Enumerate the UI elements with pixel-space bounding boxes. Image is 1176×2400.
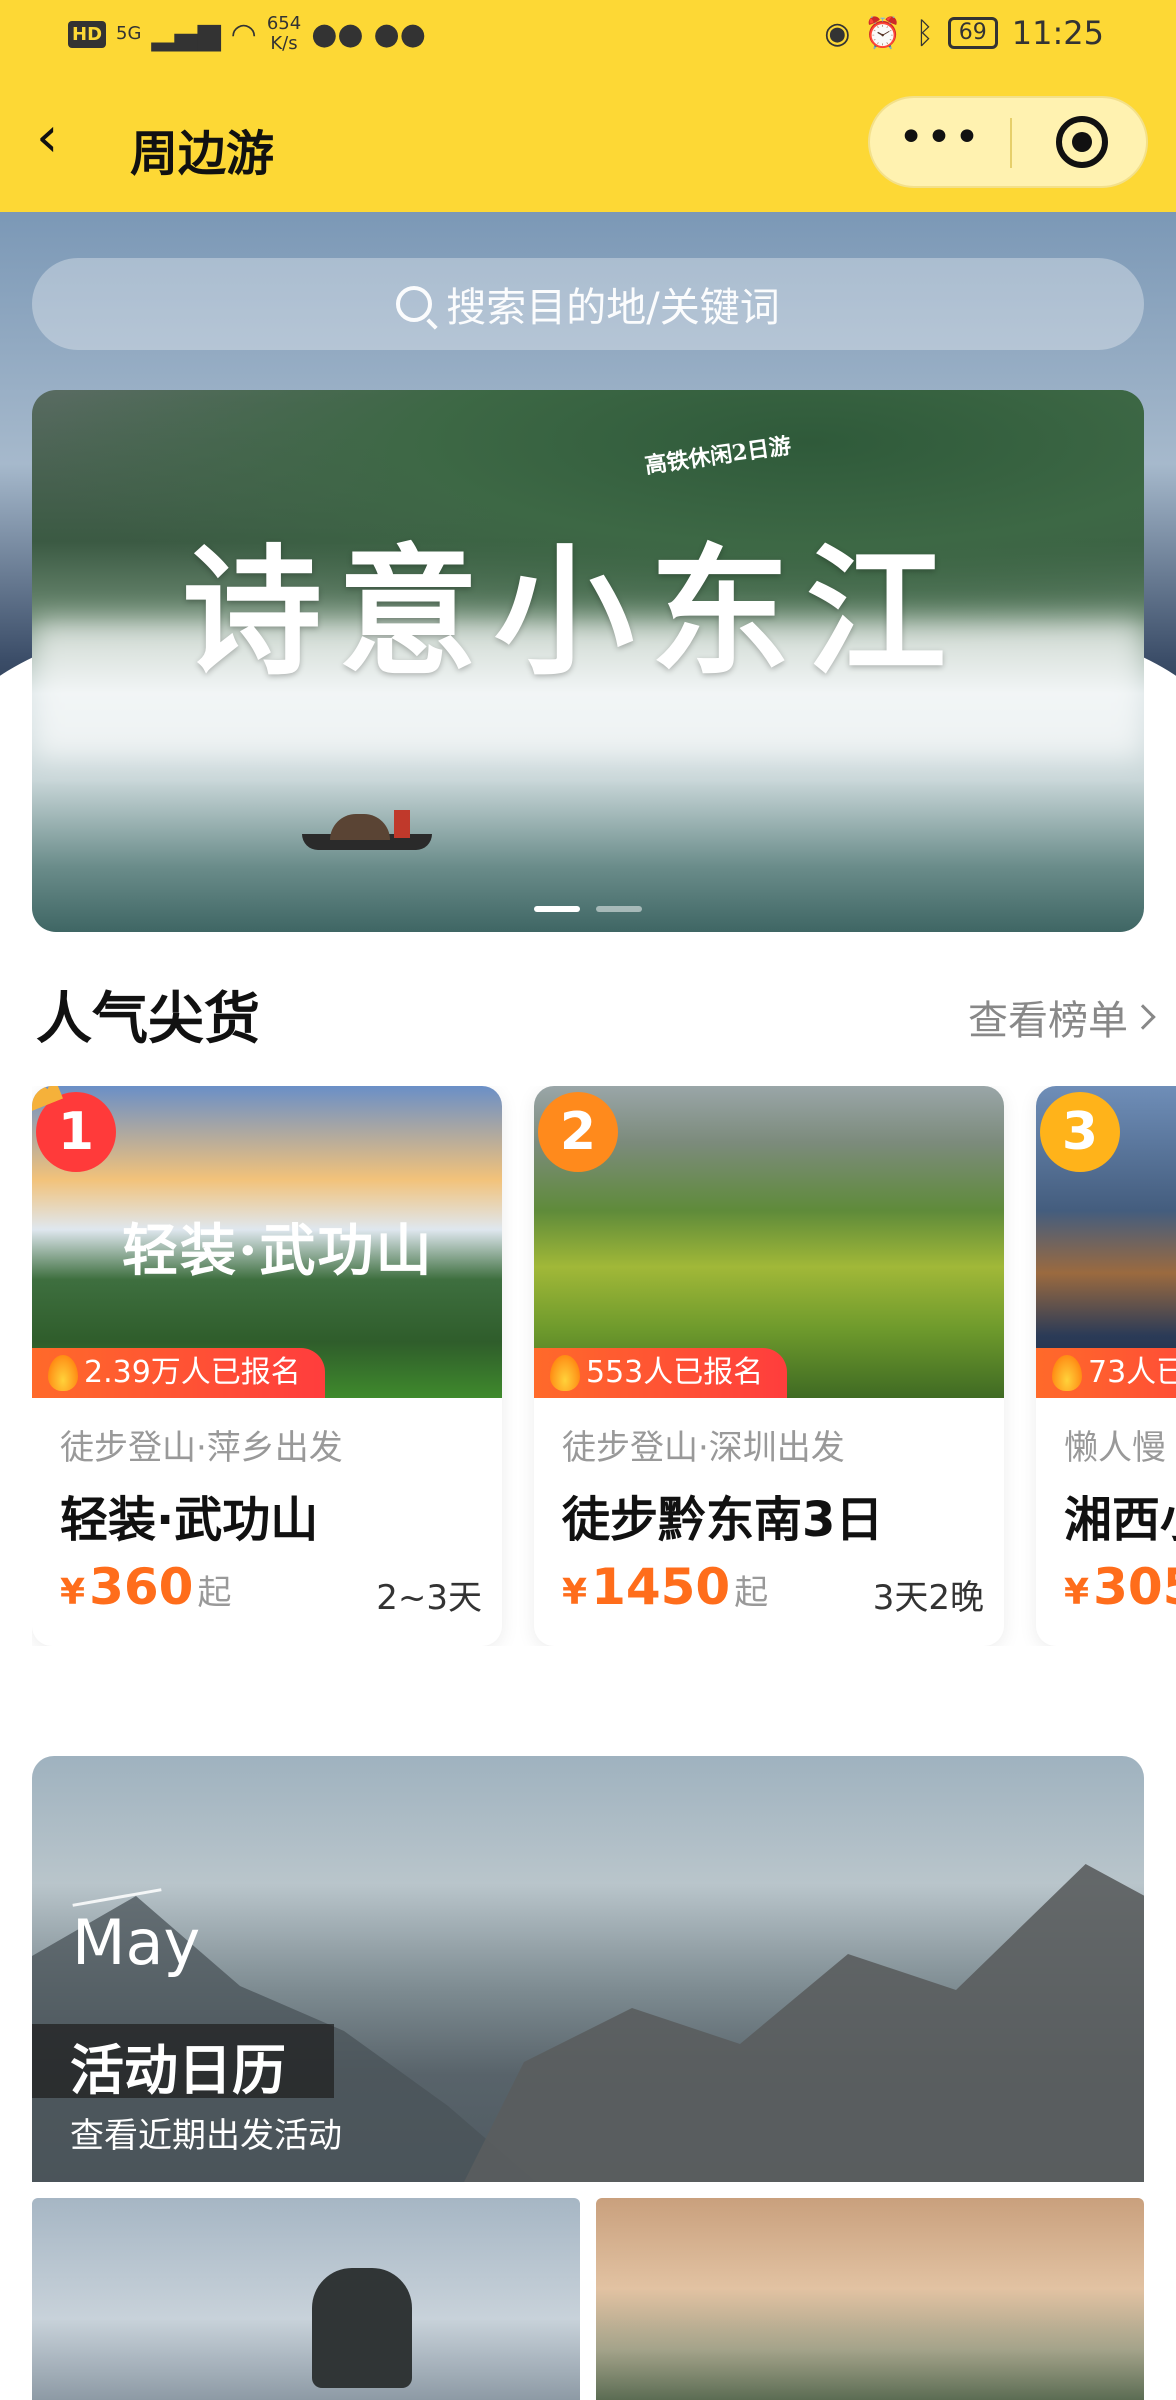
image-caption: 轻装·武功山 — [122, 1218, 434, 1284]
rank-badge: 2 — [538, 1092, 618, 1172]
network-label: 5G — [116, 23, 142, 44]
search-placeholder: 搜索目的地/关键词 — [446, 285, 780, 331]
currency-symbol: ¥ — [1064, 1572, 1090, 1613]
signup-count: 73人已报名 — [1088, 1355, 1176, 1390]
search-bar[interactable]: 搜索目的地/关键词 — [32, 258, 1144, 350]
popular-section-header: 人气尖货 查看榜单 — [32, 970, 1156, 1052]
signal-icon: ▂▄▆ — [151, 16, 221, 52]
signup-count-badge: 553人已报名 — [534, 1348, 788, 1398]
product-category: 懒人慢 — [1064, 1428, 1166, 1468]
price-suffix: 起 — [734, 1573, 769, 1613]
network-speed: 654 K/s — [267, 14, 301, 54]
boatman — [394, 810, 410, 838]
fire-icon — [1052, 1355, 1082, 1391]
currency-symbol: ¥ — [562, 1572, 588, 1613]
product-card[interactable]: 轻装·武功山 1 2.39万人已报名 徒步登山·萍乡出发 轻装·武功山 ¥ 36… — [32, 1086, 502, 1646]
calendar-title: 活动日历 — [70, 2039, 286, 2102]
price-value: 360 — [89, 1558, 194, 1616]
price-value: 1450 — [591, 1558, 731, 1616]
search-icon — [396, 286, 433, 322]
product-card[interactable]: 2 553人已报名 徒步登山·深圳出发 徒步黔东南3日 ¥ 1450 起 3天2… — [534, 1086, 1004, 1646]
chevron-right-icon — [1130, 1004, 1156, 1030]
signup-count-badge: 73人已报名 — [1036, 1348, 1176, 1398]
month-decoration — [72, 1888, 162, 1907]
product-name: 徒步黔东南3日 — [562, 1492, 884, 1548]
month-label: May — [72, 1906, 201, 1979]
skier-image — [312, 2268, 412, 2388]
status-bar-right: ◉ ⏰ ᛒ 69 11:25 — [824, 14, 1104, 52]
wechat-icon-2: ●● — [373, 16, 426, 52]
carousel-dot-active[interactable] — [534, 906, 580, 912]
section-title: 人气尖货 — [36, 987, 260, 1052]
battery-indicator: 69 — [947, 17, 998, 49]
capsule-divider — [1010, 118, 1012, 168]
popular-carousel[interactable]: 轻装·武功山 1 2.39万人已报名 徒步登山·萍乡出发 轻装·武功山 ¥ 36… — [32, 1086, 1176, 1646]
more-button[interactable]: ••• — [870, 98, 1010, 186]
signup-count: 2.39万人已报名 — [84, 1355, 301, 1390]
fire-icon — [48, 1355, 78, 1391]
product-name: 轻装·武功山 — [60, 1492, 319, 1548]
price-value: 305 — [1093, 1558, 1176, 1616]
bluetooth-icon: ᛒ — [915, 15, 934, 51]
status-bar: HD 5G ▂▄▆ ◠ 654 K/s ●● ●● ◉ ⏰ ᛒ 69 11:25 — [0, 0, 1176, 70]
activity-tile[interactable] — [32, 2198, 580, 2400]
back-button[interactable]: ‹ — [36, 110, 96, 170]
calendar-subtitle: 查看近期出发活动 — [70, 2116, 342, 2156]
signup-count-badge: 2.39万人已报名 — [32, 1348, 325, 1398]
rank-badge: 3 — [1040, 1092, 1120, 1172]
activity-calendar-banner[interactable]: May 活动日历 查看近期出发活动 — [32, 1756, 1144, 2182]
product-card[interactable]: 3 73人已报名 懒人慢 湘西小 ¥ 305 起 — [1036, 1086, 1176, 1646]
currency-symbol: ¥ — [60, 1572, 86, 1613]
fire-icon — [550, 1355, 580, 1391]
product-name: 湘西小 — [1064, 1492, 1176, 1548]
wechat-icon: ●● — [311, 16, 364, 52]
product-price: ¥ 1450 起 — [562, 1558, 768, 1616]
header: HD 5G ▂▄▆ ◠ 654 K/s ●● ●● ◉ ⏰ ᛒ 69 11:25… — [0, 0, 1176, 212]
product-category: 徒步登山·深圳出发 — [562, 1428, 845, 1468]
alarm-icon: ⏰ — [864, 15, 902, 51]
page-title: 周边游 — [130, 126, 275, 182]
hd-badge: HD — [68, 20, 107, 48]
activity-tile[interactable] — [596, 2198, 1144, 2400]
product-price: ¥ 305 起 — [1064, 1558, 1176, 1616]
nav-bar: ‹ 周边游 ••• — [0, 86, 1176, 196]
wifi-icon: ◠ — [230, 16, 257, 52]
product-category: 徒步登山·萍乡出发 — [60, 1428, 343, 1468]
carousel-dot[interactable] — [596, 906, 642, 912]
status-bar-left: HD 5G ▂▄▆ ◠ 654 K/s ●● ●● — [68, 14, 426, 54]
chevron-left-icon: ‹ — [36, 105, 59, 170]
view-ranking-link[interactable]: 查看榜单 — [968, 988, 1156, 1046]
signup-count: 553人已报名 — [586, 1355, 764, 1390]
price-suffix: 起 — [197, 1573, 232, 1613]
trip-duration: 3天2晚 — [872, 1578, 984, 1618]
miniprogram-capsule: ••• — [868, 96, 1148, 188]
clock: 11:25 — [1011, 14, 1104, 52]
more-dots-icon: ••• — [898, 112, 982, 163]
product-price: ¥ 360 起 — [60, 1558, 231, 1616]
boat-image — [302, 810, 432, 860]
eye-icon: ◉ — [824, 15, 851, 51]
trip-duration: 2~3天 — [376, 1578, 482, 1618]
speed-unit: K/s — [270, 33, 298, 54]
carousel-indicator — [32, 906, 1144, 912]
boat-roof — [330, 814, 390, 840]
banner-title: 诗意小东江 — [182, 531, 963, 695]
close-miniprogram-button[interactable] — [1056, 116, 1108, 168]
view-ranking-label: 查看榜单 — [968, 998, 1128, 1044]
promo-banner[interactable]: 高铁休闲2日游 诗意小东江 — [32, 390, 1144, 932]
speed-value: 654 — [266, 13, 302, 34]
mountain-right — [452, 1864, 1144, 2182]
